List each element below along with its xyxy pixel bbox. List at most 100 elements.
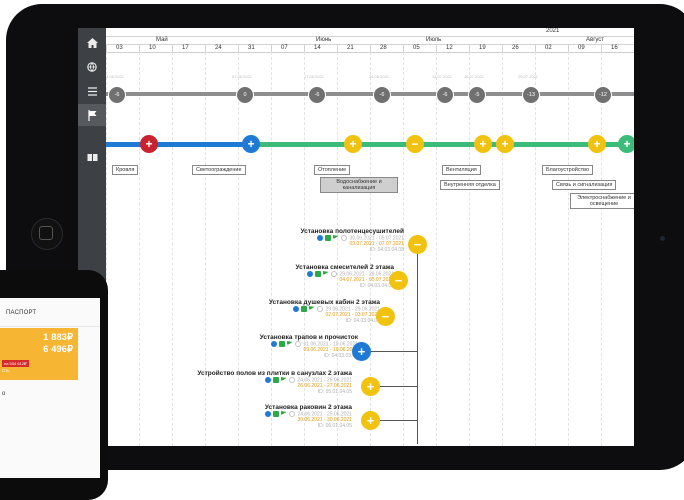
- expand-button[interactable]: +: [361, 377, 380, 396]
- task-card[interactable]: Установка раковин 2 этажа 24.06.2021 - 25…: [264, 404, 352, 430]
- lock-icon: [278, 341, 285, 347]
- book-icon[interactable]: [78, 146, 106, 168]
- task-title: Установка полотенцесушителей: [300, 228, 404, 235]
- grid-line: [139, 52, 140, 446]
- collapse-button[interactable]: −: [376, 307, 395, 326]
- deviation-node[interactable]: -6: [108, 86, 126, 104]
- stage-label[interactable]: Кровля: [112, 165, 139, 175]
- task-status-icons: [264, 411, 295, 417]
- clock-icon: [294, 341, 301, 347]
- deviation-node[interactable]: -13: [522, 86, 540, 104]
- week-separator: [172, 45, 173, 52]
- lock-icon: [272, 411, 279, 417]
- budget-amount: 1 883₽: [43, 332, 73, 343]
- stage-label[interactable]: Внутренняя отделка: [440, 180, 500, 190]
- month-label: Июль: [426, 37, 442, 43]
- stage-label[interactable]: Благоустройство: [542, 165, 594, 175]
- week-label: 21: [347, 45, 354, 51]
- month-label: Август: [586, 37, 605, 43]
- week-separator: [139, 45, 140, 52]
- month-label: Июнь: [316, 37, 332, 43]
- stage-label[interactable]: Отопление: [314, 165, 351, 175]
- home-icon[interactable]: [78, 32, 106, 54]
- week-label: 28: [380, 45, 387, 51]
- lock-icon: [314, 271, 321, 277]
- flag-icon[interactable]: [78, 104, 106, 126]
- milestone-date: 29.07.2021: [518, 74, 539, 79]
- clock-icon: [340, 235, 347, 241]
- stage-node-comms[interactable]: +: [618, 135, 634, 153]
- stage-node-roof[interactable]: +: [140, 135, 158, 153]
- clock-icon: [288, 411, 295, 417]
- week-separator: [370, 45, 371, 52]
- week-separator: [205, 45, 206, 52]
- week-separator: [403, 45, 404, 52]
- task-title: Установка смесителей 2 этажа: [295, 264, 394, 271]
- gantt-chart: 2021 Май Июнь Июль Август 03 10 17 24 31 07 14 21 2…: [106, 28, 634, 446]
- week-label: 19: [479, 45, 486, 51]
- lock-icon: [300, 306, 307, 312]
- deviation-node[interactable]: -6: [308, 86, 326, 104]
- expand-button[interactable]: +: [361, 411, 380, 430]
- phone-screen: ПАСПОРТ 1 883₽ 6 496₽ на 534 612₽ Сть о: [0, 298, 100, 478]
- week-label: 07: [281, 45, 288, 51]
- clock-icon: [330, 271, 337, 277]
- stage-node-fencing[interactable]: +: [242, 135, 260, 153]
- budget-note: Сть: [2, 368, 10, 373]
- task-id: ID: 04.03.04.07: [345, 318, 380, 325]
- milestone-date: 07.06.2021: [232, 74, 253, 79]
- deviation-node[interactable]: 0: [236, 86, 254, 104]
- deviation-node[interactable]: -6: [373, 86, 391, 104]
- task-status-icons: [306, 271, 337, 277]
- stage-label[interactable]: Водоснабжение и канализация: [320, 177, 398, 193]
- stage-label[interactable]: Электроснабжение и освещение: [570, 193, 634, 209]
- task-id: ID: 04.03.04.08: [369, 247, 404, 254]
- collapse-button[interactable]: −: [408, 235, 427, 254]
- milestone-date: 16.07.2021: [464, 74, 485, 79]
- week-label: 05: [413, 45, 420, 51]
- clock-icon: [288, 377, 295, 383]
- week-label: 17: [182, 45, 189, 51]
- task-status-icons: [270, 341, 301, 347]
- stage-node-water[interactable]: −: [406, 135, 424, 153]
- stage-label[interactable]: Связь и сигнализация: [552, 180, 617, 190]
- task-status-icons: [264, 377, 295, 383]
- task-id: ID: 05.01.04.05: [317, 389, 352, 396]
- deviation-node[interactable]: -12: [594, 86, 612, 104]
- task-card[interactable]: Установка душевых кабин 2 этажа 29.06.202…: [269, 299, 380, 324]
- header-divider: [106, 36, 634, 37]
- deviation-node[interactable]: -5: [468, 86, 486, 104]
- task-id: ID: 06.01.04.05: [317, 423, 352, 430]
- milestone-date: 26.06.2021: [369, 74, 390, 79]
- task-title: Установка раковин 2 этажа: [264, 404, 352, 411]
- week-label: 03: [116, 45, 123, 51]
- stage-node-finishing[interactable]: +: [496, 135, 514, 153]
- globe-icon[interactable]: [78, 56, 106, 78]
- week-label: 24: [215, 45, 222, 51]
- flag-icon: [286, 341, 293, 345]
- milestone-date: 17.06.2021: [304, 74, 325, 79]
- tablet-camera: [660, 236, 665, 241]
- task-card[interactable]: Установка полотенцесушителей 30.06.2021 -…: [300, 228, 404, 253]
- task-card[interactable]: Устройство полов из плитки в санузлах 2 …: [197, 370, 352, 395]
- task-card[interactable]: Установка трапов и прочисток 01.06.2021 -…: [260, 334, 358, 359]
- deviation-node[interactable]: -6: [436, 86, 454, 104]
- budget-card[interactable]: 1 883₽ 6 496₽: [0, 328, 78, 380]
- week-separator: [502, 45, 503, 52]
- collapse-button[interactable]: −: [389, 271, 408, 290]
- expand-button[interactable]: +: [352, 342, 371, 361]
- stage-label[interactable]: Вентиляция: [442, 165, 481, 175]
- grid-line: [172, 52, 173, 446]
- list-icon[interactable]: [78, 80, 106, 102]
- task-card[interactable]: Установка смесителей 2 этажа 29.06.2021 -…: [296, 264, 394, 289]
- status-dot-icon: [306, 271, 313, 277]
- stage-node-landscape[interactable]: +: [588, 135, 606, 153]
- tab-passport[interactable]: ПАСПОРТ: [6, 310, 36, 316]
- tab-divider: [0, 326, 100, 327]
- stage-node-heating[interactable]: +: [344, 135, 362, 153]
- status-dot-icon: [264, 411, 271, 417]
- task-id: ID: 04.03.04.09: [359, 283, 394, 290]
- stage-node-ventilation[interactable]: +: [474, 135, 492, 153]
- week-label: 09: [578, 45, 585, 51]
- stage-label[interactable]: Светоограждение: [192, 165, 246, 175]
